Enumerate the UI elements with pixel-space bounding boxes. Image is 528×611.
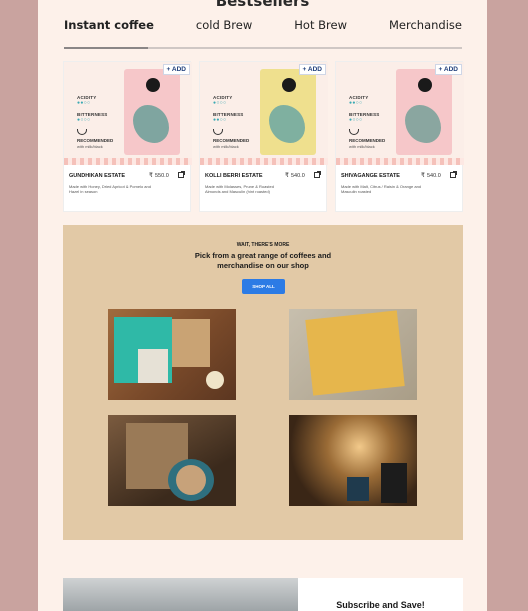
subscribe-image	[63, 578, 298, 611]
product-image: ACIDITY ●○○○ BITTERNESS ●●○○ RECOMMENDED…	[200, 62, 328, 165]
product-image: ACIDITY ●●○○ BITTERNESS ●○○○ RECOMMENDED…	[64, 62, 192, 165]
product-name: KOLLI BERRI ESTATE	[205, 173, 263, 179]
candle	[206, 371, 224, 389]
product-name: SHIVAGANGE ESTATE	[341, 173, 400, 179]
kraft-bag	[172, 319, 210, 367]
recommended-label: RECOMMENDED	[349, 138, 386, 143]
product-list: ACIDITY ●●○○ BITTERNESS ●○○○ RECOMMENDED…	[63, 61, 464, 213]
brand-logo	[282, 78, 296, 92]
recommended-sub: with milk/black	[77, 144, 103, 149]
lamp-photo	[289, 415, 417, 506]
active-tab-indicator	[64, 47, 148, 49]
external-link-icon[interactable]	[450, 171, 457, 178]
brand-logo	[418, 78, 432, 92]
bag-artwork	[133, 105, 169, 143]
acidity-dots: ●●○○	[349, 100, 363, 106]
section-title: Bestsellers	[215, 0, 310, 10]
subscribe-title: Subscribe and Save!	[336, 600, 425, 610]
card-stripe	[200, 158, 328, 165]
coffee-machine	[381, 463, 407, 503]
card-stripe	[64, 158, 192, 165]
tab-instant-coffee[interactable]: Instant coffee	[64, 18, 154, 38]
tab-merchandise[interactable]: Merchandise	[389, 18, 462, 38]
acidity-dots: ●○○○	[213, 100, 227, 106]
product-card[interactable]: ACIDITY ●○○○ BITTERNESS ●●○○ RECOMMENDED…	[199, 61, 328, 212]
cup-icon	[349, 129, 359, 135]
yellow-notebook	[305, 310, 405, 396]
shop-promo: WAIT, THERE'S MORE Pick from a great ran…	[63, 225, 463, 540]
tab-cold-brew[interactable]: cold Brew	[196, 18, 252, 38]
recommended-label: RECOMMENDED	[213, 138, 250, 143]
external-link-icon[interactable]	[178, 171, 185, 178]
rupee-icon: ₹	[421, 173, 425, 179]
bitterness-dots: ●●○○	[213, 117, 227, 123]
add-to-cart-button[interactable]: + ADD	[434, 64, 462, 75]
recommended-sub: with milk/black	[213, 144, 239, 149]
bitterness-dots: ●○○○	[349, 117, 363, 123]
product-description: Made with Molasses, Prune & Roasted Almo…	[205, 184, 274, 194]
shop-all-button[interactable]: SHOP ALL	[242, 279, 285, 294]
bag-artwork	[405, 105, 441, 143]
coffee-pack	[138, 349, 168, 383]
gift-box-photo	[108, 309, 236, 400]
add-to-cart-button[interactable]: + ADD	[298, 64, 326, 75]
category-tabs: Instant coffee cold Brew Hot Brew Mercha…	[64, 18, 462, 38]
promo-kicker: WAIT, THERE'S MORE	[236, 242, 290, 248]
tab-hot-brew[interactable]: Hot Brew	[294, 18, 347, 38]
acidity-dots: ●●○○	[77, 100, 91, 106]
product-card[interactable]: ACIDITY ●●○○ BITTERNESS ●○○○ RECOMMENDED…	[335, 61, 464, 212]
bag-artwork	[269, 105, 305, 143]
product-box	[347, 477, 369, 501]
recommended-label: RECOMMENDED	[77, 138, 114, 143]
page: Bestsellers Instant coffee cold Brew Hot…	[38, 0, 487, 611]
rupee-icon: ₹	[149, 173, 153, 179]
product-name: GUNDHIKAN ESTATE	[69, 173, 126, 179]
promo-headline: Pick from a great range of coffees and m…	[194, 251, 332, 270]
product-card[interactable]: ACIDITY ●●○○ BITTERNESS ●○○○ RECOMMENDED…	[63, 61, 192, 212]
notebook-photo	[289, 309, 417, 400]
coffee-bag	[124, 69, 180, 155]
subscribe-panel: Subscribe and Save!	[298, 578, 463, 611]
coffee-crema	[176, 465, 206, 495]
tab-underline	[64, 47, 462, 49]
add-to-cart-button[interactable]: + ADD	[162, 64, 190, 75]
coffee-cup-photo	[108, 415, 236, 506]
product-price: 550.0	[155, 173, 169, 179]
external-link-icon[interactable]	[314, 171, 321, 178]
bitterness-dots: ●○○○	[77, 117, 91, 123]
product-description: Made with Malt, Citrus / Raisin & Orange…	[341, 184, 422, 194]
coffee-bag	[396, 69, 452, 155]
card-stripe	[336, 158, 464, 165]
product-description: Made with Honey, Dried Apricot & Pomelo …	[69, 184, 151, 194]
product-price: 540.0	[291, 173, 305, 179]
rupee-icon: ₹	[285, 173, 289, 179]
cup-icon	[213, 129, 223, 135]
product-image: ACIDITY ●●○○ BITTERNESS ●○○○ RECOMMENDED…	[336, 62, 464, 165]
coffee-bag	[260, 69, 316, 155]
cup-icon	[77, 129, 87, 135]
brand-logo	[146, 78, 160, 92]
product-price: 540.0	[427, 173, 441, 179]
recommended-sub: with milk/black	[349, 144, 375, 149]
